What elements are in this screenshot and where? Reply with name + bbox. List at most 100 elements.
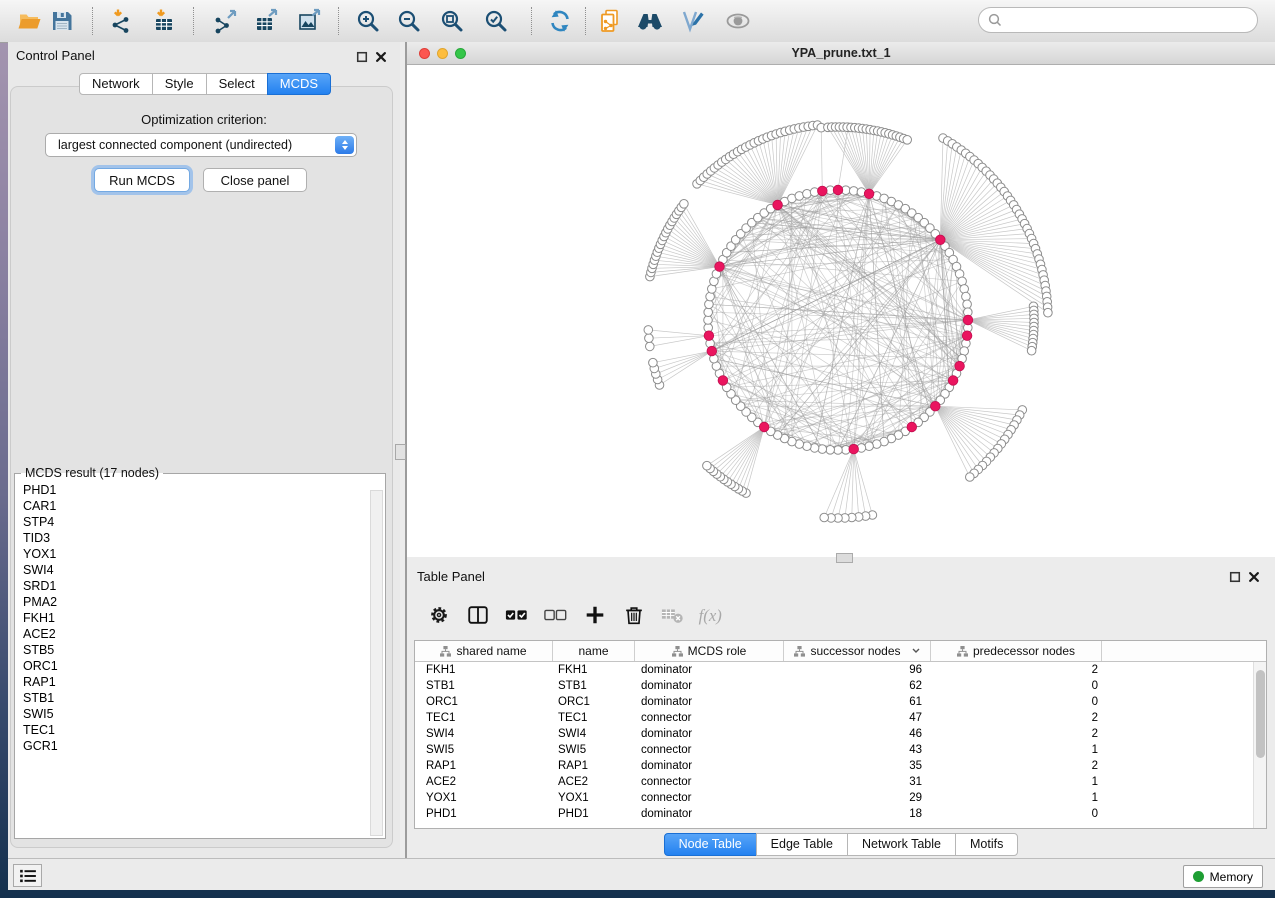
mcds-dominator-node[interactable] xyxy=(707,346,717,356)
network-node[interactable] xyxy=(966,473,975,482)
deselect-all-button[interactable] xyxy=(541,600,571,630)
network-node[interactable] xyxy=(703,461,712,470)
import-network-button[interactable] xyxy=(105,4,139,38)
mcds-dominator-node[interactable] xyxy=(948,376,958,386)
mcds-dominator-node[interactable] xyxy=(955,361,965,371)
mcds-result-item[interactable]: YOX1 xyxy=(23,546,369,562)
mcds-result-item[interactable]: SWI4 xyxy=(23,562,369,578)
open-session-button[interactable] xyxy=(13,4,47,38)
table-row[interactable]: YOX1YOX1connector291 xyxy=(415,790,1253,806)
save-session-button[interactable] xyxy=(45,4,79,38)
close-panel-icon[interactable] xyxy=(375,51,387,63)
mcds-result-item[interactable]: TEC1 xyxy=(23,722,369,738)
zoom-out-button[interactable] xyxy=(392,4,426,38)
mcds-dominator-node[interactable] xyxy=(963,315,973,325)
table-row[interactable]: SWI5SWI5connector431 xyxy=(415,742,1253,758)
float-panel-icon[interactable] xyxy=(356,51,368,63)
column-header-mcds-role[interactable]: MCDS role xyxy=(635,641,784,661)
add-column-button[interactable] xyxy=(580,600,610,630)
tab-select[interactable]: Select xyxy=(206,73,268,95)
table-settings-button[interactable] xyxy=(424,600,454,630)
table-row[interactable]: SWI4SWI4dominator462 xyxy=(415,726,1253,742)
mcds-dominator-node[interactable] xyxy=(931,401,941,411)
close-panel-button[interactable]: Close panel xyxy=(203,168,307,192)
mcds-result-item[interactable]: SWI5 xyxy=(23,706,369,722)
mcds-result-item[interactable]: FKH1 xyxy=(23,610,369,626)
network-canvas[interactable] xyxy=(407,65,1275,557)
mcds-result-item[interactable]: STB1 xyxy=(23,690,369,706)
mcds-dominator-node[interactable] xyxy=(864,189,874,199)
mcds-result-item[interactable]: ACE2 xyxy=(23,626,369,642)
network-window-titlebar[interactable]: YPA_prune.txt_1 xyxy=(407,42,1275,65)
refresh-view-button[interactable] xyxy=(543,4,577,38)
mcds-dominator-node[interactable] xyxy=(849,444,859,454)
network-node[interactable] xyxy=(962,292,971,301)
network-node[interactable] xyxy=(706,292,715,301)
zoom-in-button[interactable] xyxy=(351,4,385,38)
export-table-button[interactable] xyxy=(250,4,284,38)
mcds-result-item[interactable]: STP4 xyxy=(23,514,369,530)
network-node[interactable] xyxy=(820,513,829,522)
export-network-button[interactable] xyxy=(209,4,243,38)
network-node[interactable] xyxy=(644,326,653,335)
float-panel-icon[interactable] xyxy=(1229,571,1241,583)
mcds-dominator-node[interactable] xyxy=(907,422,917,432)
network-node[interactable] xyxy=(645,334,654,343)
mcds-result-list[interactable]: PHD1CAR1STP4TID3YOX1SWI4SRD1PMA2FKH1ACE2… xyxy=(15,482,369,836)
network-node[interactable] xyxy=(649,358,658,367)
network-node[interactable] xyxy=(810,444,819,453)
network-node[interactable] xyxy=(646,342,655,351)
mcds-result-item[interactable]: PMA2 xyxy=(23,594,369,610)
network-node[interactable] xyxy=(865,442,874,451)
mcds-result-item[interactable]: RAP1 xyxy=(23,674,369,690)
function-builder-button[interactable]: f(x) xyxy=(697,600,727,630)
mcds-result-item[interactable]: GCR1 xyxy=(23,738,369,754)
network-node[interactable] xyxy=(960,285,969,294)
column-header-shared-name[interactable]: shared name xyxy=(415,641,553,661)
table-scrollbar[interactable] xyxy=(1253,662,1266,828)
mcds-dominator-node[interactable] xyxy=(818,186,828,196)
network-node[interactable] xyxy=(826,446,835,455)
zoom-selected-button[interactable] xyxy=(479,4,513,38)
zoom-fit-button[interactable] xyxy=(435,4,469,38)
select-all-button[interactable] xyxy=(502,600,532,630)
horizontal-splitter-handle[interactable] xyxy=(836,553,853,563)
network-graph[interactable] xyxy=(407,65,1275,557)
network-node[interactable] xyxy=(1027,346,1036,355)
table-scrollbar-thumb[interactable] xyxy=(1256,670,1265,758)
mcds-result-item[interactable]: STB5 xyxy=(23,642,369,658)
task-history-button[interactable] xyxy=(13,864,42,887)
column-header-predecessor-nodes[interactable]: predecessor nodes xyxy=(931,641,1102,661)
import-table-button[interactable] xyxy=(147,4,181,38)
toolbar-search-field[interactable] xyxy=(978,7,1258,33)
network-node[interactable] xyxy=(849,187,858,196)
table-row[interactable]: PHD1PHD1dominator180 xyxy=(415,806,1253,822)
mcds-dominator-node[interactable] xyxy=(759,422,769,432)
run-mcds-button[interactable]: Run MCDS xyxy=(94,168,190,192)
tab-motifs[interactable]: Motifs xyxy=(955,833,1018,856)
table-row[interactable]: ACE2ACE2connector311 xyxy=(415,774,1253,790)
table-row[interactable]: RAP1RAP1dominator352 xyxy=(415,758,1253,774)
mcds-result-item[interactable]: TID3 xyxy=(23,530,369,546)
tab-mcds[interactable]: MCDS xyxy=(267,73,331,95)
toggle-panes-button[interactable] xyxy=(463,600,493,630)
column-header-name[interactable]: name xyxy=(553,641,635,661)
tab-network-table[interactable]: Network Table xyxy=(847,833,956,856)
network-node[interactable] xyxy=(803,190,812,199)
network-node[interactable] xyxy=(1044,308,1053,317)
network-node[interactable] xyxy=(963,300,972,309)
search-network-button[interactable] xyxy=(633,4,667,38)
mcds-dominator-node[interactable] xyxy=(936,235,946,245)
mcds-result-item[interactable]: CAR1 xyxy=(23,498,369,514)
table-row[interactable]: FKH1FKH1dominator962 xyxy=(415,662,1253,678)
mcds-result-item[interactable]: ORC1 xyxy=(23,658,369,674)
delete-columns-button[interactable] xyxy=(619,600,649,630)
network-node[interactable] xyxy=(705,300,714,309)
network-node[interactable] xyxy=(680,200,689,209)
delete-table-button[interactable] xyxy=(658,600,688,630)
clone-network-button[interactable] xyxy=(593,4,627,38)
mcds-dominator-node[interactable] xyxy=(962,331,972,341)
mcds-result-item[interactable]: PHD1 xyxy=(23,482,369,498)
mcds-dominator-node[interactable] xyxy=(773,200,783,210)
export-image-button[interactable] xyxy=(293,4,327,38)
